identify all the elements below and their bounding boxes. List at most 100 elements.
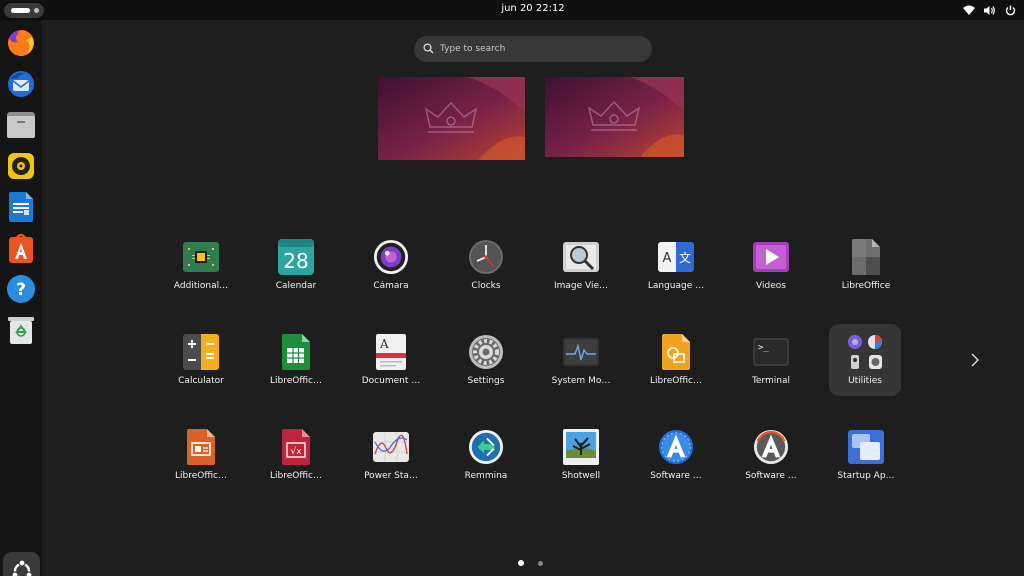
chevron-right-icon	[971, 353, 979, 367]
app-videos[interactable]: Videos	[735, 230, 807, 302]
app-document-viewer[interactable]: A Document …	[355, 325, 427, 397]
power-icon[interactable]	[1005, 5, 1016, 16]
app-camera[interactable]: Cámara	[355, 230, 427, 302]
app-shotwell[interactable]: Shotwell	[545, 420, 617, 492]
app-software-updater[interactable]: Software …	[735, 420, 807, 492]
shotwell-icon	[563, 429, 599, 465]
page-dot[interactable]	[538, 560, 543, 566]
app-remmina[interactable]: Remmina	[450, 420, 522, 492]
app-system-monitor[interactable]: System Mo…	[545, 325, 617, 397]
language-letter-a: A	[663, 251, 672, 266]
language-letter-b: 文	[679, 250, 691, 265]
app-label: Image Vie…	[553, 281, 609, 291]
folder-icon	[845, 332, 885, 372]
workspace-thumbnail-1[interactable]	[378, 77, 525, 160]
app-image-viewer[interactable]: Image Vie…	[545, 230, 617, 302]
app-label: Calendar	[275, 281, 317, 291]
app-terminal[interactable]: >_ Terminal	[735, 325, 807, 397]
volume-icon[interactable]	[984, 5, 996, 16]
camera-icon	[373, 239, 409, 275]
app-label: LibreOffic…	[269, 376, 322, 386]
app-label: Startup Ap…	[837, 471, 895, 481]
dock: ?	[0, 20, 42, 576]
startup-apps-icon	[848, 429, 884, 465]
app-label: LibreOffic…	[649, 376, 702, 386]
libreoffice-math-icon: √x	[278, 429, 314, 465]
math-symbol: √x	[290, 446, 302, 457]
app-libreoffice-calc[interactable]: LibreOffic…	[260, 325, 332, 397]
language-icon: A文	[658, 239, 694, 275]
app-label: Software …	[650, 471, 702, 481]
app-libreoffice-draw[interactable]: LibreOffic…	[640, 325, 712, 397]
trash-icon[interactable]	[5, 314, 37, 346]
app-language-support[interactable]: A文 Language …	[640, 230, 712, 302]
terminal-icon: >_	[753, 334, 789, 370]
libreoffice-draw-icon	[658, 334, 694, 370]
app-label: System Mo…	[551, 376, 611, 386]
wifi-icon[interactable]	[963, 5, 975, 15]
software-icon	[658, 429, 694, 465]
document-viewer-icon: A	[373, 334, 409, 370]
app-label: Calculator	[178, 376, 224, 386]
image-viewer-icon	[563, 239, 599, 275]
libreoffice-calc-icon	[278, 334, 314, 370]
page-dot-active[interactable]	[518, 560, 524, 566]
search-input[interactable]	[440, 41, 640, 57]
top-bar: jun 20 22:12	[0, 0, 1024, 20]
clock[interactable]: jun 20 22:12	[0, 3, 1024, 14]
libreoffice-writer-icon[interactable]	[5, 191, 37, 223]
app-label: Power Sta…	[364, 471, 418, 481]
app-libreoffice[interactable]: LibreOffice	[830, 230, 902, 302]
app-label: Settings	[467, 376, 505, 386]
libreoffice-icon	[848, 239, 884, 275]
app-label: Software …	[745, 471, 797, 481]
system-monitor-icon	[563, 334, 599, 370]
app-software[interactable]: Software …	[640, 420, 712, 492]
libreoffice-impress-icon	[183, 429, 219, 465]
power-statistics-icon	[373, 429, 409, 465]
svg-text:?: ?	[16, 280, 26, 300]
next-page-button[interactable]	[966, 349, 984, 371]
settings-icon	[468, 334, 504, 370]
show-apps-button[interactable]	[3, 552, 40, 576]
app-label: Terminal	[751, 376, 791, 386]
app-additional-drivers[interactable]: Additional…	[165, 230, 237, 302]
app-calculator[interactable]: Calculator	[165, 325, 237, 397]
rhythmbox-icon[interactable]	[5, 150, 37, 182]
app-label: Utilities	[848, 376, 882, 386]
workspace-thumbnail-2[interactable]	[545, 77, 684, 157]
search-icon	[423, 43, 434, 54]
app-clocks[interactable]: Clocks	[450, 230, 522, 302]
app-calendar[interactable]: 28 Calendar	[260, 230, 332, 302]
terminal-prompt: >_	[758, 343, 769, 353]
app-label: Cámara	[373, 281, 409, 291]
app-settings[interactable]: Settings	[450, 325, 522, 397]
clock-icon	[468, 239, 504, 275]
calculator-icon	[183, 334, 219, 370]
videos-icon	[753, 239, 789, 275]
app-label: Videos	[756, 281, 786, 291]
app-center-icon[interactable]	[5, 232, 37, 264]
app-label: LibreOffice	[841, 281, 891, 291]
help-icon[interactable]: ?	[5, 273, 37, 305]
app-label: Clocks	[471, 281, 501, 291]
files-icon[interactable]	[5, 109, 37, 141]
app-power-statistics[interactable]: Power Sta…	[355, 420, 427, 492]
thunderbird-icon[interactable]	[5, 68, 37, 100]
document-letter: A	[379, 337, 389, 351]
page-indicator	[518, 560, 543, 566]
firefox-icon[interactable]	[5, 27, 37, 59]
app-label: Remmina	[464, 471, 508, 481]
app-label: Additional…	[173, 281, 229, 291]
system-tray[interactable]	[963, 3, 1016, 17]
search-bar[interactable]	[414, 36, 652, 62]
app-startup-applications[interactable]: Startup Ap…	[830, 420, 902, 492]
app-label: Document …	[361, 376, 421, 386]
calendar-icon: 28	[278, 239, 314, 275]
overview: Additional… 28 Calendar Cámara Clocks Im…	[42, 20, 1024, 576]
app-label: LibreOffic…	[269, 471, 322, 481]
app-libreoffice-impress[interactable]: LibreOffic…	[165, 420, 237, 492]
app-libreoffice-math[interactable]: √x LibreOffic…	[260, 420, 332, 492]
app-label: Shotwell	[561, 471, 601, 481]
app-folder-utilities[interactable]: Utilities	[829, 324, 901, 396]
